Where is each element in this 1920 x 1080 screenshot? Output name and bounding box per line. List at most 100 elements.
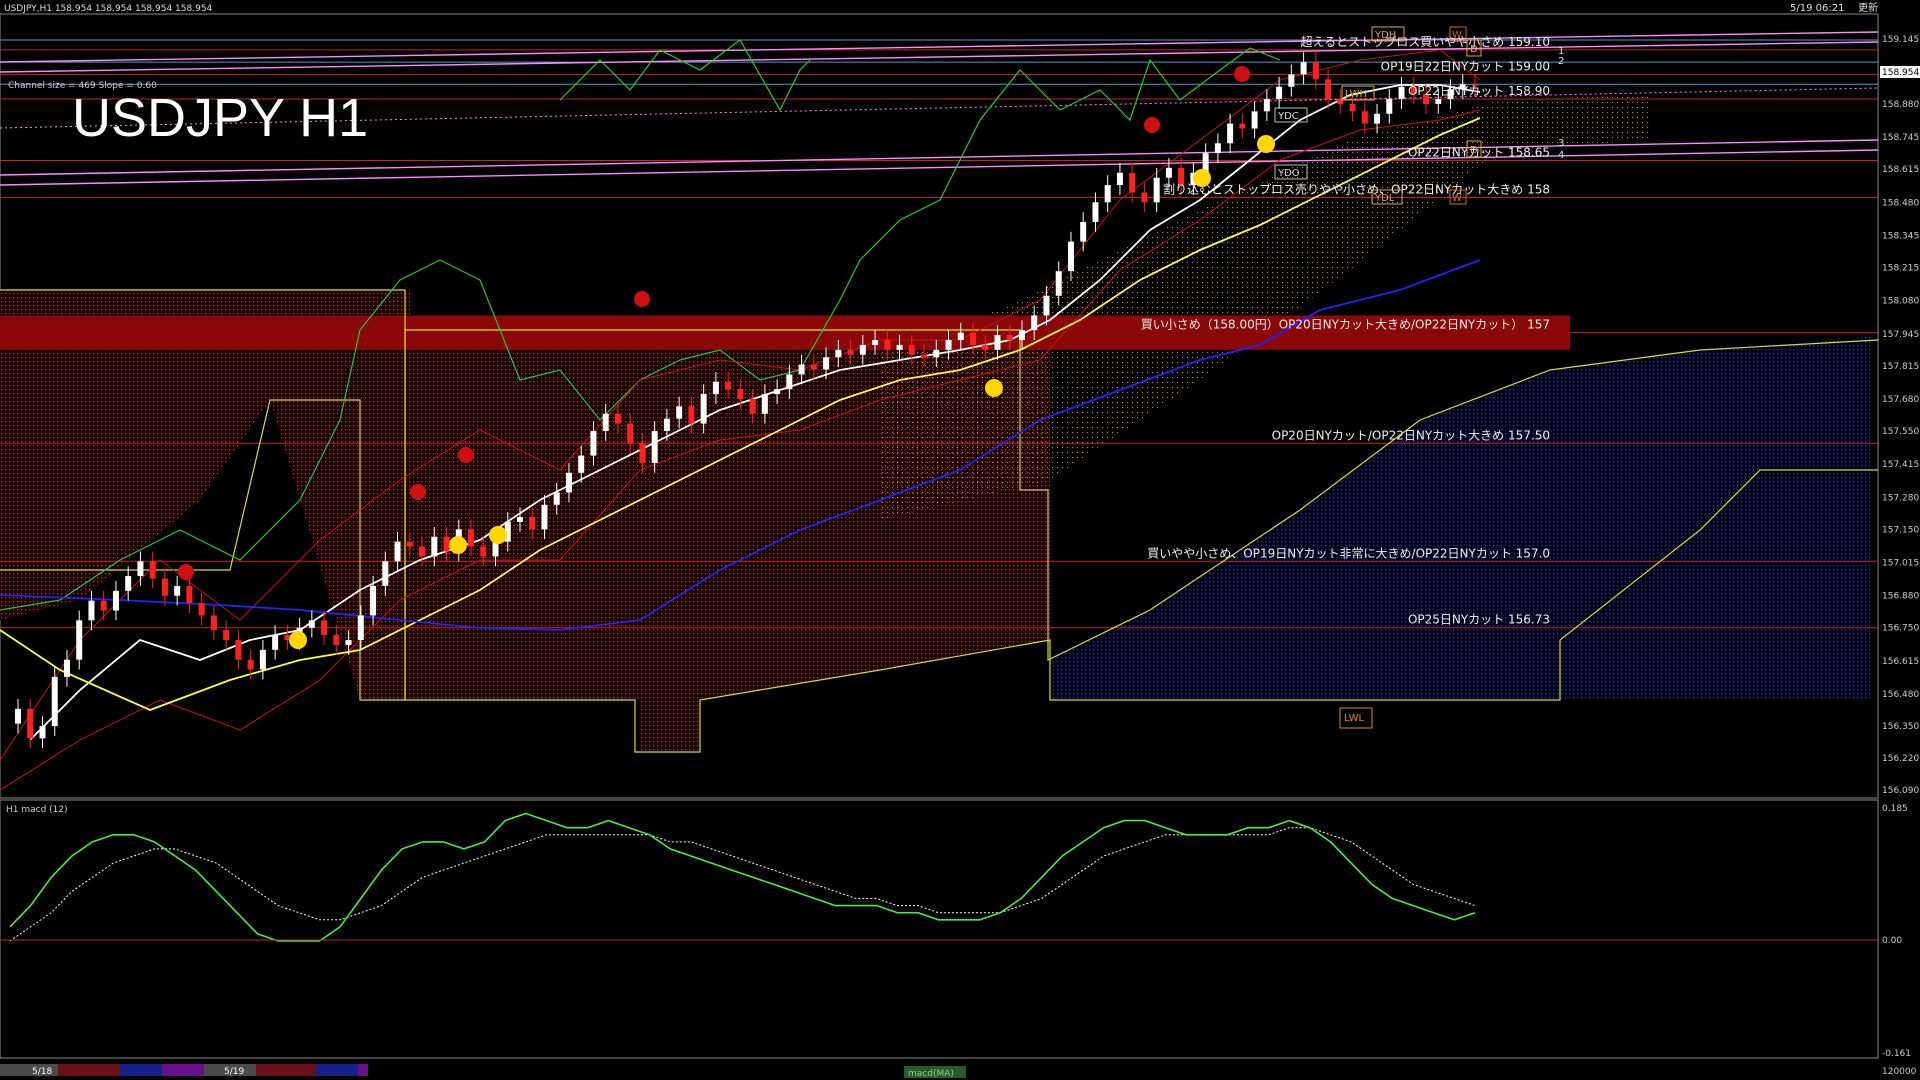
price-tick: 157.815: [1882, 362, 1919, 372]
buy-marker: [289, 631, 307, 649]
candle-body: [1055, 271, 1062, 296]
candle-body: [63, 659, 70, 677]
candle-body: [688, 406, 695, 424]
candle-body: [1031, 315, 1038, 331]
candle-body: [1018, 330, 1025, 340]
candle-body: [1092, 202, 1099, 222]
candle-body: [1251, 111, 1258, 129]
candle-body: [700, 394, 707, 424]
price-tick: 158.345: [1882, 231, 1919, 241]
price-tick: 158.745: [1882, 133, 1919, 143]
channel-number-4: 4: [1558, 150, 1564, 161]
price-tick: 157.945: [1882, 330, 1919, 340]
candle-body: [27, 708, 34, 739]
candle-body: [149, 561, 156, 579]
macd-tick-top: 0.185: [1882, 804, 1908, 814]
candle-body: [333, 635, 340, 645]
candle-body: [100, 600, 107, 611]
box-label-d-top: D: [1470, 44, 1478, 55]
candle-body: [945, 340, 952, 350]
sell-marker: [410, 484, 426, 500]
candle-body: [896, 344, 903, 350]
candle-body: [749, 399, 756, 414]
candle-body: [1141, 192, 1148, 203]
level-label: OP25日NYカット 156.73: [1408, 613, 1550, 627]
candle-body: [921, 354, 928, 358]
volume-tick: 120000: [1882, 1067, 1917, 1077]
price-tick: 159.145: [1882, 35, 1919, 45]
buy-marker: [489, 526, 507, 544]
candle-body: [480, 546, 487, 557]
candle-body: [1080, 221, 1087, 242]
candle-body: [1300, 62, 1307, 75]
candle-body: [259, 649, 266, 670]
candle-body: [1129, 172, 1136, 193]
buy-marker: [1257, 135, 1275, 153]
candle-body: [76, 620, 83, 660]
buy-marker: [449, 536, 467, 554]
candle-body: [590, 430, 597, 456]
candle-body: [810, 364, 817, 370]
candle-body: [443, 536, 450, 552]
candle-body: [370, 585, 377, 616]
candle-body: [627, 423, 634, 444]
candle-body: [823, 357, 830, 370]
price-tick: 156.480: [1882, 690, 1919, 700]
candle-body: [419, 546, 426, 557]
box-label-ydh: YDH: [1374, 30, 1396, 41]
box-label-w-top: W: [1452, 30, 1462, 41]
candle-body: [1386, 99, 1393, 114]
box-label-ydo: YDO: [1277, 168, 1300, 179]
sell-marker: [1144, 117, 1160, 133]
candle-body: [1398, 86, 1405, 100]
candle-body: [1214, 143, 1221, 154]
price-tick: 157.150: [1882, 525, 1919, 535]
candle-body: [235, 640, 242, 660]
price-tick: 157.550: [1882, 427, 1919, 437]
candle-body: [970, 332, 977, 345]
candle-body: [125, 576, 132, 591]
box-label-d-bottom: D: [1470, 145, 1478, 156]
candle-body: [614, 413, 621, 424]
box-label-ydl: YDL: [1374, 193, 1395, 204]
candle-body: [1325, 79, 1332, 100]
candle-body: [578, 455, 585, 473]
candle-body: [553, 492, 560, 505]
box-label-lwh: LWH: [1345, 89, 1367, 100]
candle-body: [357, 615, 364, 640]
big-title: USDJPY H1: [72, 88, 368, 148]
candle-body: [186, 585, 193, 604]
candle-body: [345, 640, 352, 645]
price-tick: 158.615: [1882, 165, 1919, 175]
candle-body: [51, 676, 58, 727]
candle-body: [39, 726, 46, 739]
candle-body: [431, 536, 438, 557]
box-label-lwl: LWL: [1344, 713, 1365, 724]
level-label: 買いやや小さめ、OP19日NYカット非常に大きめ/OP22日NYカット 157.…: [1147, 546, 1550, 560]
candle-body: [247, 659, 254, 670]
price-tick: 156.090: [1882, 786, 1919, 796]
candle-body: [406, 541, 413, 547]
price-tick: 158.880: [1882, 100, 1919, 110]
candle-body: [663, 418, 670, 431]
level-label: OP19日22日NYカット 159.00: [1381, 59, 1550, 73]
candle-body: [737, 389, 744, 400]
price-tick: 157.680: [1882, 395, 1919, 405]
price-tick: 156.615: [1882, 657, 1919, 667]
candle-body: [468, 529, 475, 547]
candle-body: [1288, 74, 1295, 87]
macd-label: H1 macd (12): [6, 805, 68, 815]
level-label: 超えるとストップロス買いやや小さめ 159.10: [1301, 34, 1550, 49]
candle-body: [884, 340, 891, 350]
price-tick: 158.215: [1882, 263, 1919, 273]
candle-body: [565, 472, 572, 493]
chart-canvas: 超えるとストップロス買いやや小さめ 159.10 OP19日22日NYカット 15…: [0, 1, 1920, 1080]
price-tick: 157.415: [1882, 460, 1919, 470]
candle-body: [210, 615, 217, 631]
candle-body: [88, 600, 95, 621]
channel-number-3: 3: [1558, 138, 1564, 149]
candle-body: [798, 364, 805, 375]
candle-body: [835, 349, 842, 358]
channel-number-2: 2: [1558, 56, 1564, 67]
candle-body: [272, 635, 279, 650]
